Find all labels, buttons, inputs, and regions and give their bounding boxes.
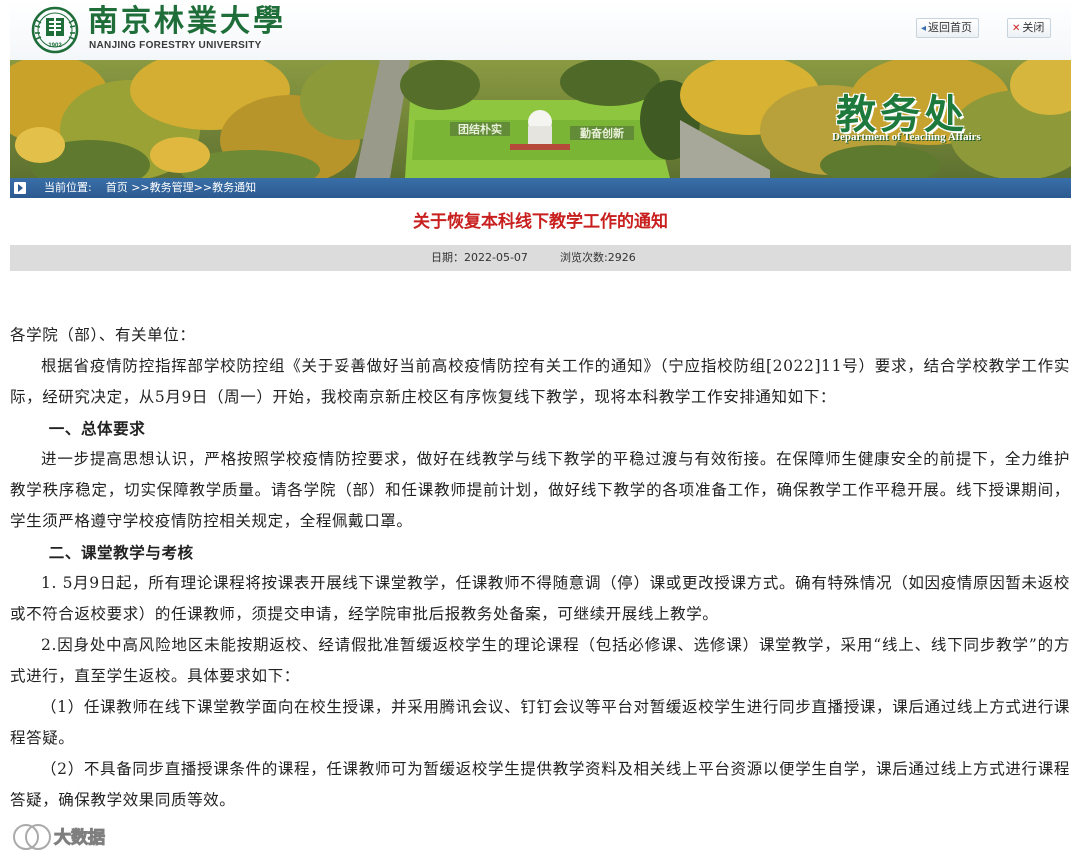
department-name-en: Department of Teaching Affairs [832, 131, 981, 143]
section-heading-classroom: 二、课堂教学与考核 [48, 543, 194, 562]
breadcrumb-teaching-management[interactable]: >>教务管理 [131, 181, 193, 194]
emblem-year: 1902 [48, 43, 62, 49]
article-body: 各学院（部）、有关单位： 根据省疫情防控指挥部学校防控组《关于妥善做好当前高校疫… [10, 320, 1070, 816]
university-name-cn: 南京林業大學 [88, 4, 286, 39]
site-header: 1902 南京林業大學 NANJING FORESTRY UNIVERSITY … [10, 0, 1071, 61]
salutation: 各学院（部）、有关单位： [10, 326, 196, 344]
banner-sign-right: 勤奋创新 [580, 126, 624, 140]
campus-banner: 团结朴实 勤奋创新 教务处 Department of Teaching Aff… [10, 60, 1071, 178]
location-arrow-icon [14, 182, 26, 194]
general-requirements-paragraph: 进一步提高思想认识，严格按照学校疫情防控要求，做好在线教学与线下教学的平稳过渡与… [10, 450, 1070, 530]
breadcrumb-home[interactable]: 首页 [106, 181, 128, 194]
back-arrow-icon: ◂ [921, 23, 927, 34]
close-label: 关闭 [1022, 21, 1045, 34]
close-button[interactable]: ✕ 关闭 [1007, 18, 1052, 38]
classroom-subitem-2: （2）不具备同步直播授课条件的课程，任课教师可为暂缓返校学生提供教学资料及相关线… [10, 760, 1070, 809]
breadcrumb-label: 当前位置: [44, 181, 92, 194]
x-icon: ✕ [1012, 23, 1021, 34]
university-emblem-icon: 1902 [31, 6, 79, 54]
return-home-label: 返回首页 [928, 21, 973, 34]
classroom-item-1: 1. 5月9日起，所有理论课程将按课表开展线下课堂教学，任课教师不得随意调（停）… [10, 574, 1070, 623]
section-heading-general: 一、总体要求 [48, 419, 146, 438]
classroom-item-2: 2.因身处中高风险地区未能按期返校、经请假批准暂缓返校学生的理论课程（包括必修课… [10, 636, 1070, 685]
page: 1902 南京林業大學 NANJING FORESTRY UNIVERSITY … [0, 0, 1080, 857]
breadcrumb-teaching-notices[interactable]: >>教务通知 [194, 181, 256, 194]
article-meta-bar: 日期：2022-05-07 浏览次数:2926 [10, 245, 1071, 271]
article-date: 日期：2022-05-07 [431, 251, 528, 264]
breadcrumb: 当前位置: 首页 >>教务管理>>教务通知 [10, 178, 1071, 198]
article-view-count: 浏览次数:2926 [560, 251, 636, 264]
return-home-button[interactable]: ◂ 返回首页 [916, 18, 980, 38]
classroom-subitem-1: （1）任课教师在线下课堂教学面向在校生授课，并采用腾讯会议、钉钉会议等平台对暂缓… [10, 698, 1070, 747]
banner-sign-left: 团结朴实 [458, 122, 502, 136]
article-title: 关于恢复本科线下教学工作的通知 [413, 212, 668, 232]
watermark-text: 大数据 [54, 828, 106, 849]
intro-paragraph: 根据省疫情防控指挥部学校防控组《关于妥善做好当前高校疫情防控有关工作的通知》（宁… [10, 357, 1070, 406]
university-name-en: NANJING FORESTRY UNIVERSITY [89, 40, 262, 51]
